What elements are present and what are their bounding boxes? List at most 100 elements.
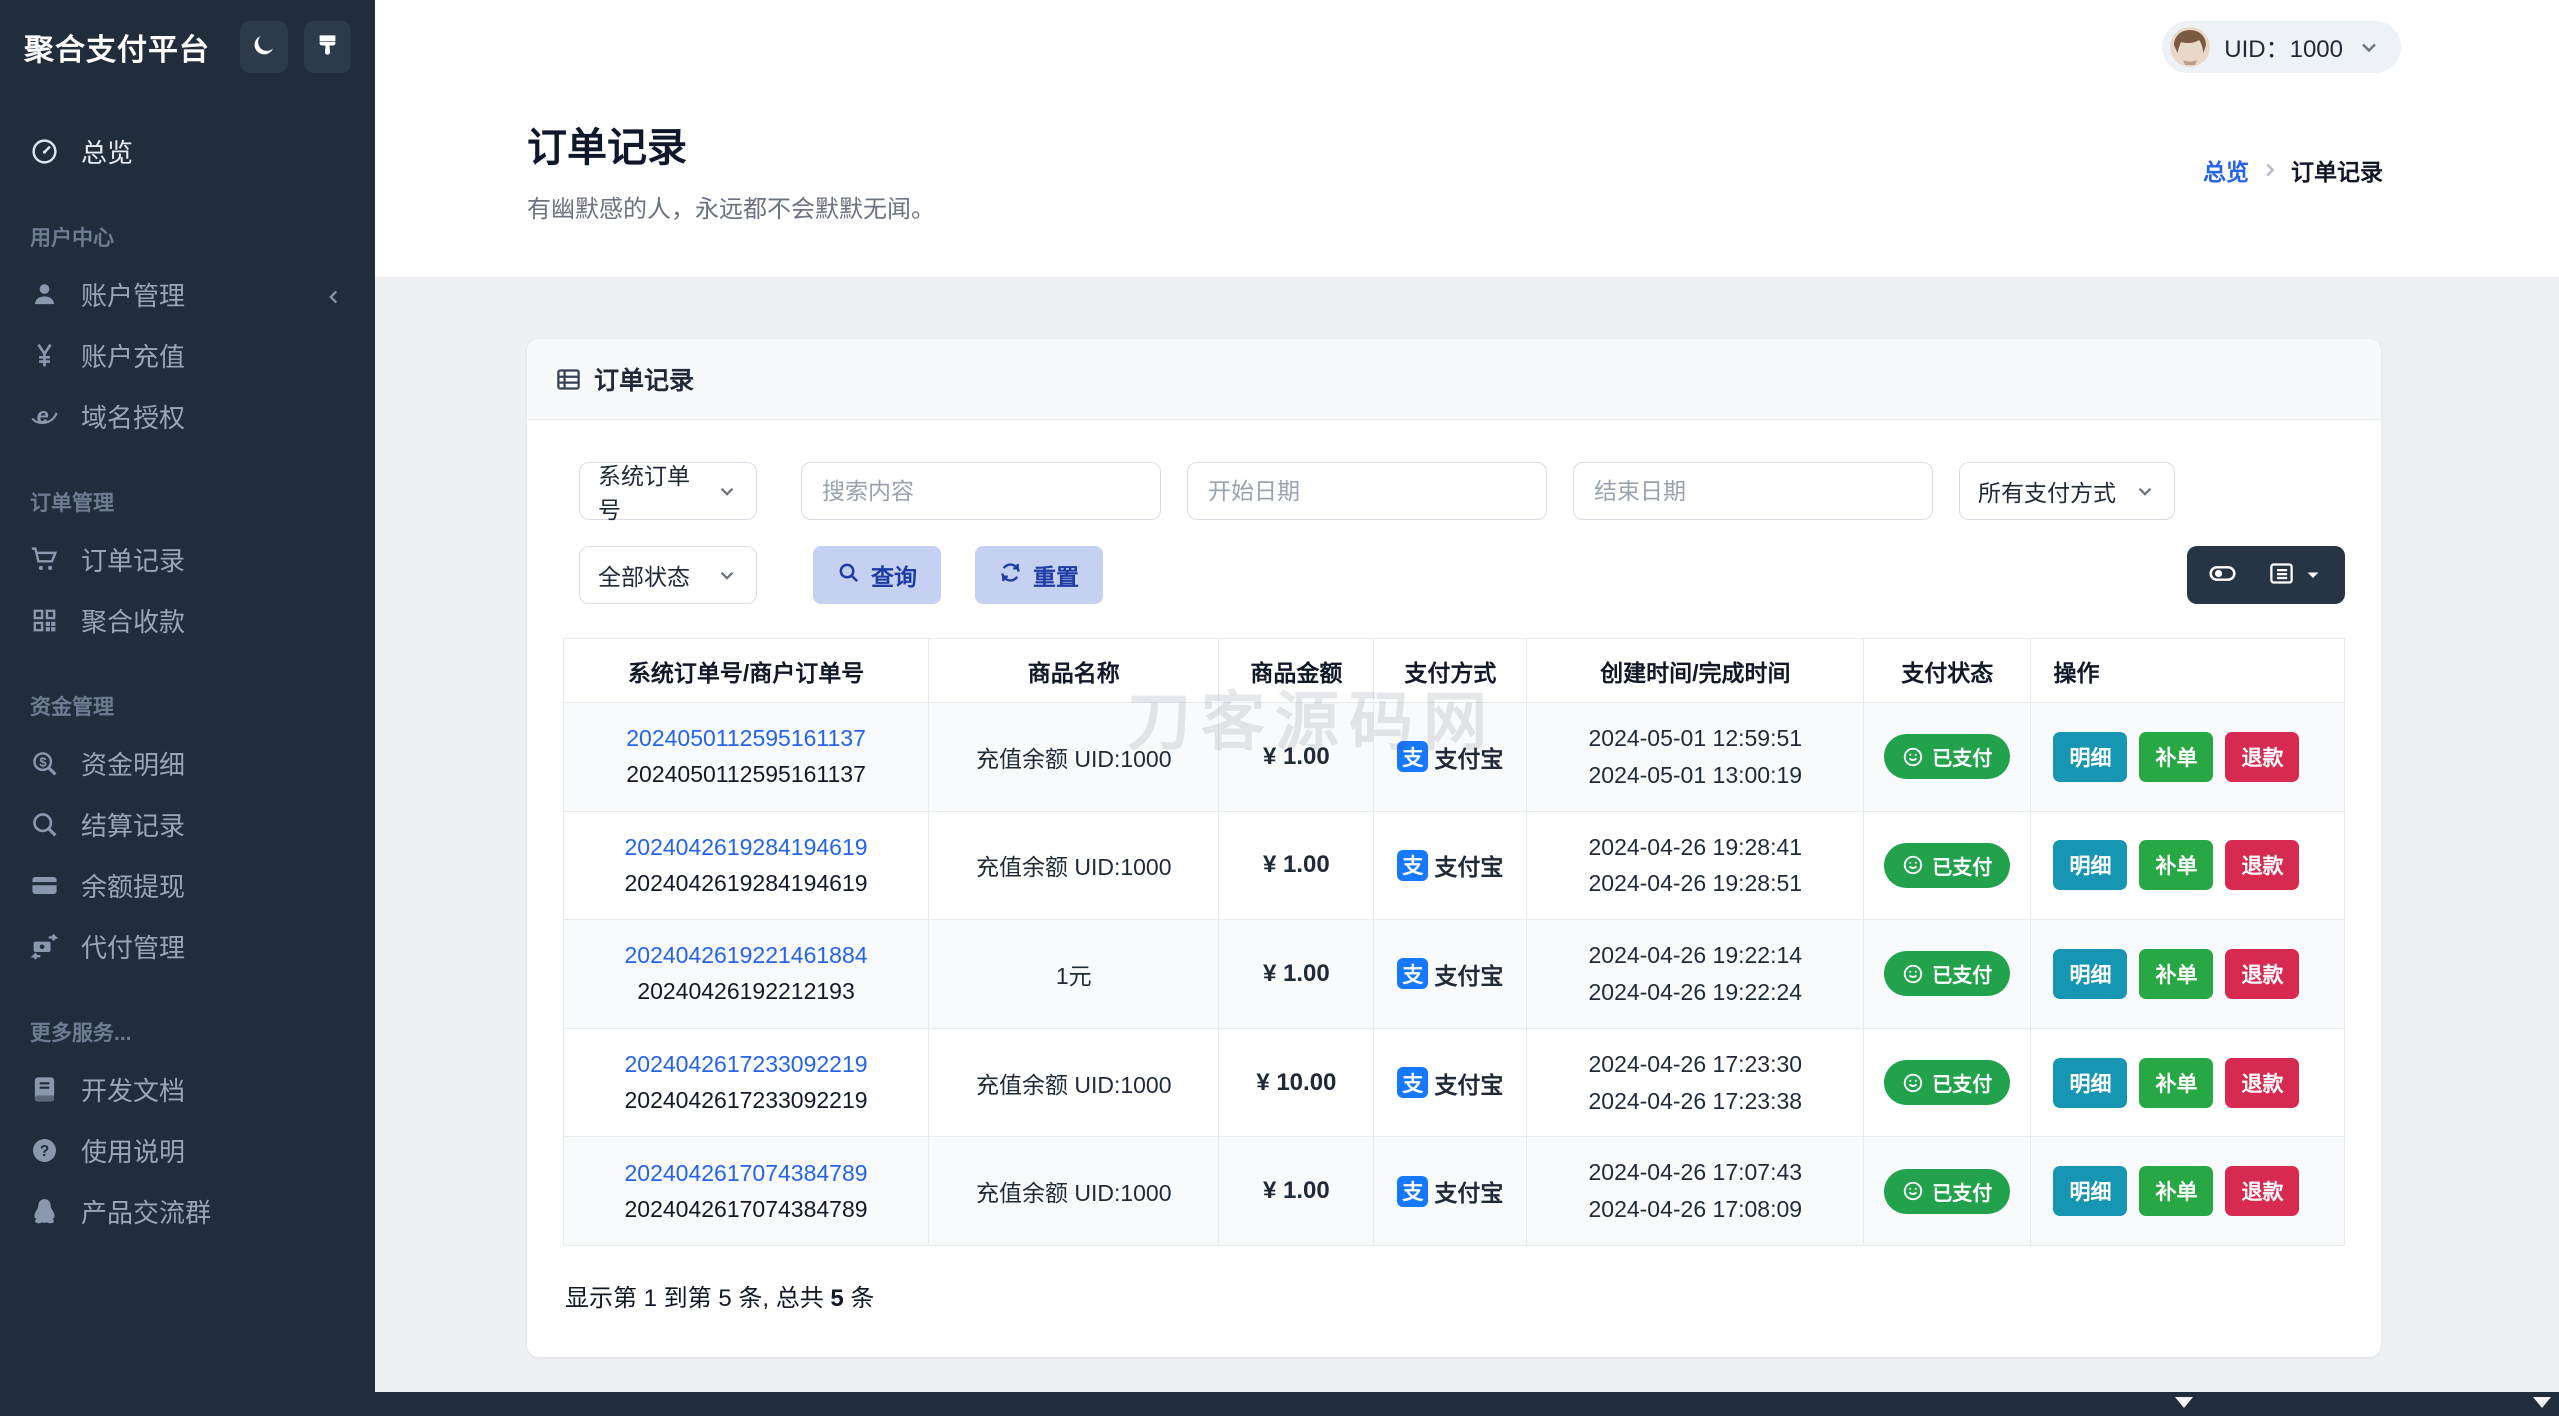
merchant-order-number: 2024042617074384789 [624, 1195, 868, 1222]
sidebar-item-payout-management[interactable]: 代付管理 [0, 916, 375, 977]
pay-method-label: 支付宝 [1434, 1180, 1504, 1207]
detail-button[interactable]: 明细 [2053, 1057, 2128, 1108]
pay-method-cell: 支支付宝 [1373, 919, 1528, 1029]
completed-time: 2024-04-26 19:28:51 [1588, 870, 1803, 897]
system-order-link[interactable]: 2024042619284194619 [576, 834, 916, 861]
toggle-view-button[interactable] [2193, 546, 2252, 604]
sidebar-item-product-group[interactable]: 产品交流群 [0, 1181, 375, 1242]
created-time: 2024-04-26 17:23:30 [1588, 1050, 1803, 1077]
order-number-cell: 2024042619284194619 2024042619284194619 [562, 810, 930, 921]
sidebar-item-settlement-records[interactable]: 结算记录 [0, 794, 375, 855]
pay-method-cell: 支支付宝 [1373, 810, 1528, 921]
card-title: 订单记录 [594, 367, 695, 395]
detail-button[interactable]: 明细 [2053, 1166, 2128, 1217]
order-type-select[interactable]: 系统订单号 [579, 462, 757, 523]
completed-time: 2024-04-26 19:22:24 [1588, 978, 1803, 1005]
end-date-input[interactable] [1573, 462, 1933, 520]
status-badge: 已支付 [1884, 842, 2011, 888]
yen-icon [30, 341, 59, 370]
list-icon [2268, 560, 2295, 590]
refund-button[interactable]: 退款 [2225, 731, 2300, 782]
moon-icon [250, 32, 277, 62]
sidebar-item-account-recharge[interactable]: 账户充值 [0, 325, 375, 386]
svg-text:?: ? [40, 1143, 50, 1160]
refund-button[interactable]: 退款 [2225, 840, 2300, 891]
detail-button[interactable]: 明细 [2053, 948, 2128, 999]
status-cell: 已支付 [1863, 810, 2032, 921]
system-order-link[interactable]: 2024042619221461884 [576, 942, 916, 969]
sidebar-item-account-management[interactable]: 账户管理 [0, 264, 375, 325]
sidebar-nav: 总览 用户中心 账户管理 账户充值 e 域名授权 订单管理 订单记录 聚合收款 资金管理 $ 资金明细… [0, 93, 375, 1242]
caret-down-icon [2303, 565, 2323, 585]
refund-button[interactable]: 退款 [2225, 1057, 2300, 1108]
dark-mode-toggle-button[interactable] [240, 20, 288, 73]
amount-cell: ¥ 1.00 [1218, 810, 1375, 921]
sidebar-item-label: 聚合收款 [81, 607, 186, 637]
system-order-link[interactable]: 2024042617074384789 [576, 1160, 916, 1187]
actions-cell: 明细 补单 退款 [2030, 1027, 2345, 1138]
query-button[interactable]: 查询 [813, 546, 941, 604]
table-row: 2024042619284194619 2024042619284194619 充值… [562, 810, 2345, 921]
status-label: 已支付 [1932, 1074, 1993, 1097]
refund-button[interactable]: 退款 [2225, 1166, 2300, 1217]
search-input[interactable] [801, 462, 1161, 520]
sidebar-logo-row: 聚合支付平台 [0, 0, 375, 93]
user-menu[interactable]: UID：1000 [2162, 20, 2401, 73]
sidebar-item-dev-docs[interactable]: 开发文档 [0, 1059, 375, 1120]
amount-cell: ¥ 1.00 [1218, 1136, 1375, 1246]
theme-brush-button[interactable] [303, 20, 351, 73]
completed-time: 2024-04-26 17:23:38 [1588, 1087, 1803, 1114]
sidebar-item-overview[interactable]: 总览 [0, 121, 375, 182]
alipay-icon: 支 [1397, 849, 1429, 881]
pay-method: 支支付宝 [1397, 1066, 1503, 1100]
breadcrumb-overview-link[interactable]: 总览 [2203, 153, 2249, 187]
status-select[interactable]: 全部状态 [579, 546, 757, 604]
sidebar-item-label: 订单记录 [81, 546, 186, 576]
status-label: 已支付 [1932, 856, 1993, 879]
sidebar-item-domain-authorization[interactable]: e 域名授权 [0, 386, 375, 447]
chevron-right-icon [2259, 159, 2281, 181]
search-icon [837, 561, 860, 590]
created-time: 2024-04-26 19:28:41 [1588, 833, 1803, 860]
globe-icon: e [30, 402, 59, 431]
system-order-link[interactable]: 2024050112595161137 [576, 725, 916, 752]
card-body: 系统订单号 所有支付方式 全部状态 [527, 420, 2381, 1357]
column-header: 支付方式 [1373, 638, 1528, 703]
product-name-cell: 充值余额 UID:1000 [928, 810, 1220, 921]
created-time: 2024-04-26 17:07:43 [1588, 1159, 1803, 1186]
start-date-input[interactable] [1187, 462, 1547, 520]
title-row: 订单记录 有幽默感的人，永远都不会默默无闻。 总览 订单记录 [375, 93, 2559, 224]
reorder-button[interactable]: 补单 [2139, 1166, 2214, 1217]
columns-menu-button[interactable] [2252, 546, 2339, 604]
reorder-button[interactable]: 补单 [2139, 840, 2214, 891]
sidebar-item-balance-withdrawal[interactable]: 余额提现 [0, 855, 375, 916]
content-zone: 订单记录 系统订单号 所有支付方式 [375, 277, 2559, 1392]
sidebar-item-aggregate-collection[interactable]: 聚合收款 [0, 590, 375, 651]
app-title: 聚合支付平台 [24, 33, 210, 67]
system-order-link[interactable]: 2024042617233092219 [576, 1051, 916, 1078]
actions-cell: 明细 补单 退款 [2030, 810, 2345, 921]
reorder-button[interactable]: 补单 [2139, 1057, 2214, 1108]
reorder-button[interactable]: 补单 [2139, 731, 2214, 782]
reorder-button[interactable]: 补单 [2139, 948, 2214, 999]
refund-button[interactable]: 退款 [2225, 948, 2300, 999]
pay-method-value: 所有支付方式 [1978, 480, 2116, 506]
qrcode-icon [30, 606, 59, 635]
sidebar-item-order-records[interactable]: 订单记录 [0, 529, 375, 590]
alipay-icon: 支 [1397, 1067, 1429, 1099]
pay-method-label: 支付宝 [1434, 854, 1504, 881]
detail-button[interactable]: 明细 [2053, 731, 2128, 782]
merchant-order-number: 2024042619284194619 [624, 869, 868, 896]
uid-label: UID：1000 [2224, 36, 2343, 63]
sidebar-item-usage-guide[interactable]: ? 使用说明 [0, 1120, 375, 1181]
order-number-cell: 2024042617074384789 2024042617074384789 [562, 1136, 930, 1246]
sidebar-item-fund-details[interactable]: $ 资金明细 [0, 733, 375, 794]
order-number-cell: 2024042619221461884 20240426192212193 [562, 919, 930, 1029]
status-label: 已支付 [1932, 748, 1993, 771]
reset-button[interactable]: 重置 [975, 546, 1103, 604]
detail-button[interactable]: 明细 [2053, 840, 2128, 891]
status-badge: 已支付 [1884, 951, 2011, 997]
pay-method-select[interactable]: 所有支付方式 [1959, 462, 2175, 520]
order-records-card: 订单记录 系统订单号 所有支付方式 [527, 339, 2381, 1357]
breadcrumb: 总览 订单记录 [2203, 153, 2383, 187]
